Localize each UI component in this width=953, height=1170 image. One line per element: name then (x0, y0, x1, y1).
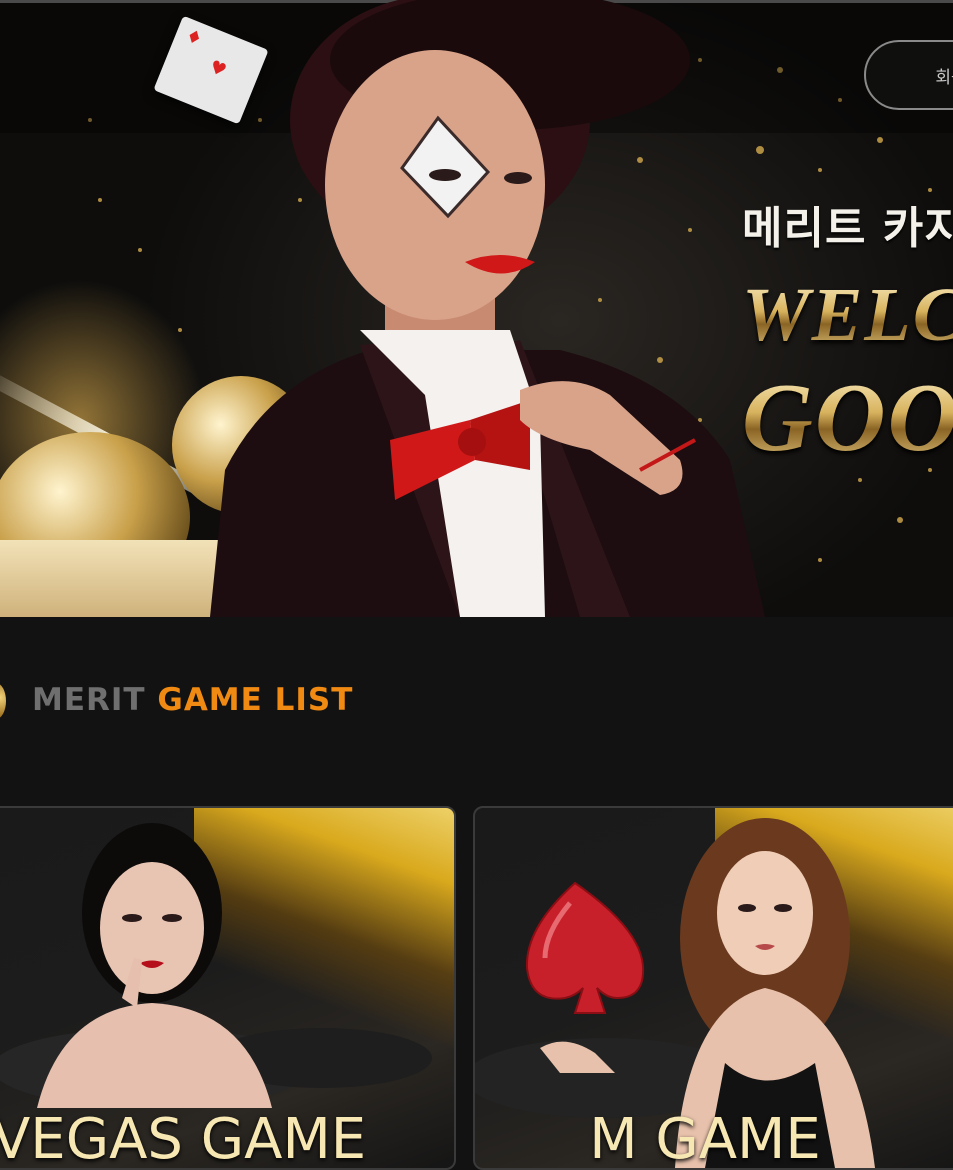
dealer-illustration (210, 0, 765, 617)
hero-good-text: GOO (742, 362, 953, 474)
gift-box-icon (0, 540, 235, 617)
spade-icon (525, 881, 645, 1014)
hero-kicker-text: 메리트 카지 (742, 203, 953, 254)
signup-button[interactable]: 회원 (864, 40, 953, 110)
section-title-brand: MERIT (32, 682, 146, 718)
game-card-m[interactable]: M GAME (473, 806, 953, 1170)
game-card-label: VEGAS GAME (0, 1107, 367, 1170)
section-title: MERIT GAME LIST (32, 682, 353, 718)
gold-coin-icon (0, 683, 6, 719)
hero-welcome-text: WELC (742, 272, 953, 359)
section-title-heading: GAME LIST (157, 682, 354, 718)
hero-banner: ♦♥ 회원 메리트 카지 WELC GOO (0, 0, 953, 617)
game-card-vegas[interactable]: VEGAS GAME (0, 806, 456, 1170)
game-card-label: M GAME (589, 1107, 821, 1170)
